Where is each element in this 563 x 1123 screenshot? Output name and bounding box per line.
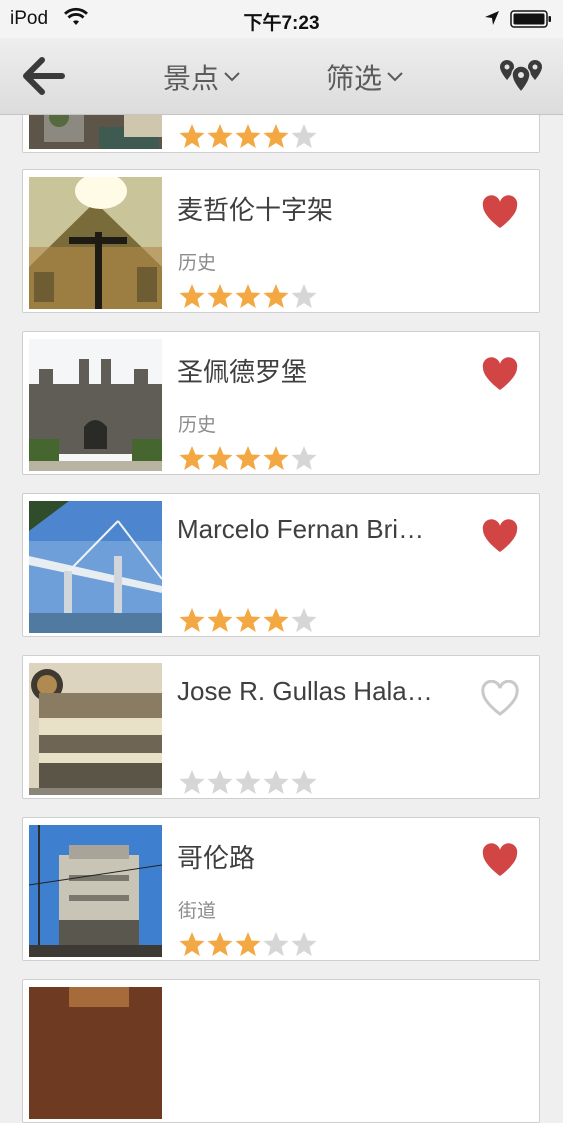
attraction-title: Jose R. Gullas Hala… [177, 676, 433, 706]
star-filled-icon [179, 932, 205, 956]
list-item[interactable]: 圣佩德罗堡 历史 [22, 331, 540, 475]
back-arrow-icon[interactable] [22, 56, 66, 96]
attraction-thumbnail [29, 339, 162, 471]
chevron-down-icon [387, 72, 403, 82]
status-bar: iPod 下午7:23 [0, 0, 563, 38]
attraction-title: 麦哲伦十字架 [177, 195, 334, 225]
attraction-thumbnail [29, 177, 162, 309]
star-filled-icon [207, 932, 233, 956]
favorite-heart-icon[interactable] [480, 356, 520, 392]
star-filled-icon [207, 124, 233, 148]
star-filled-icon [207, 446, 233, 470]
star-filled-icon [207, 284, 233, 308]
attraction-category: 历史 [178, 415, 217, 436]
map-pins-icon[interactable] [496, 56, 546, 96]
attraction-thumbnail [29, 825, 162, 957]
star-filled-icon [179, 608, 205, 632]
list-item[interactable] [22, 979, 540, 1123]
attraction-title: Marcelo Fernan Bri… [177, 514, 425, 544]
star-empty-icon [291, 932, 317, 956]
attraction-title: 圣佩德罗堡 [177, 357, 308, 387]
star-filled-icon [235, 124, 261, 148]
star-empty-icon [291, 608, 317, 632]
category-dropdown-label: 景点 [163, 63, 220, 94]
attraction-title: 哥伦路 [177, 843, 256, 873]
star-filled-icon [263, 446, 289, 470]
favorite-heart-icon[interactable] [480, 194, 520, 230]
rating-stars [178, 607, 318, 633]
list-item[interactable]: 麦哲伦十字架 历史 [22, 169, 540, 313]
attractions-list[interactable]: 麦哲伦十字架 历史 圣佩德罗堡 历史 Marcelo Fernan Bri… J… [0, 0, 563, 1123]
list-item[interactable]: Jose R. Gullas Hala… [22, 655, 540, 799]
star-filled-icon [235, 284, 261, 308]
attraction-category: 历史 [178, 253, 217, 274]
list-item[interactable]: 哥伦路 街道 [22, 817, 540, 961]
filter-dropdown[interactable]: 筛选 [326, 57, 404, 97]
rating-stars [178, 283, 318, 309]
star-filled-icon [263, 124, 289, 148]
star-filled-icon [235, 608, 261, 632]
attraction-category: 街道 [178, 901, 217, 922]
star-empty-icon [291, 124, 317, 148]
attraction-thumbnail [29, 663, 162, 795]
favorite-heart-icon[interactable] [480, 679, 520, 716]
star-filled-icon [263, 284, 289, 308]
attraction-thumbnail [29, 987, 162, 1119]
favorite-heart-icon[interactable] [480, 518, 520, 554]
chevron-down-icon [224, 72, 240, 82]
rating-stars [178, 769, 318, 795]
rating-stars [178, 931, 318, 957]
list-item[interactable]: Marcelo Fernan Bri… [22, 493, 540, 637]
rating-stars [178, 123, 318, 149]
star-filled-icon [179, 124, 205, 148]
clock: 下午7:23 [243, 13, 320, 34]
battery-icon [510, 10, 551, 28]
star-empty-icon [207, 770, 233, 794]
star-empty-icon [291, 770, 317, 794]
star-filled-icon [235, 932, 261, 956]
attraction-thumbnail [29, 501, 162, 633]
star-filled-icon [235, 446, 261, 470]
star-empty-icon [263, 770, 289, 794]
filter-dropdown-label: 筛选 [326, 63, 383, 94]
star-filled-icon [207, 608, 233, 632]
star-filled-icon [179, 446, 205, 470]
star-filled-icon [179, 284, 205, 308]
star-empty-icon [235, 770, 261, 794]
favorite-heart-icon[interactable] [480, 842, 520, 878]
star-empty-icon [179, 770, 205, 794]
star-empty-icon [291, 446, 317, 470]
category-dropdown[interactable]: 景点 [163, 57, 241, 97]
star-filled-icon [263, 608, 289, 632]
rating-stars [178, 445, 318, 471]
location-arrow-icon [484, 10, 500, 32]
star-empty-icon [263, 932, 289, 956]
navigation-bar: 景点 筛选 [0, 38, 563, 115]
star-empty-icon [291, 284, 317, 308]
